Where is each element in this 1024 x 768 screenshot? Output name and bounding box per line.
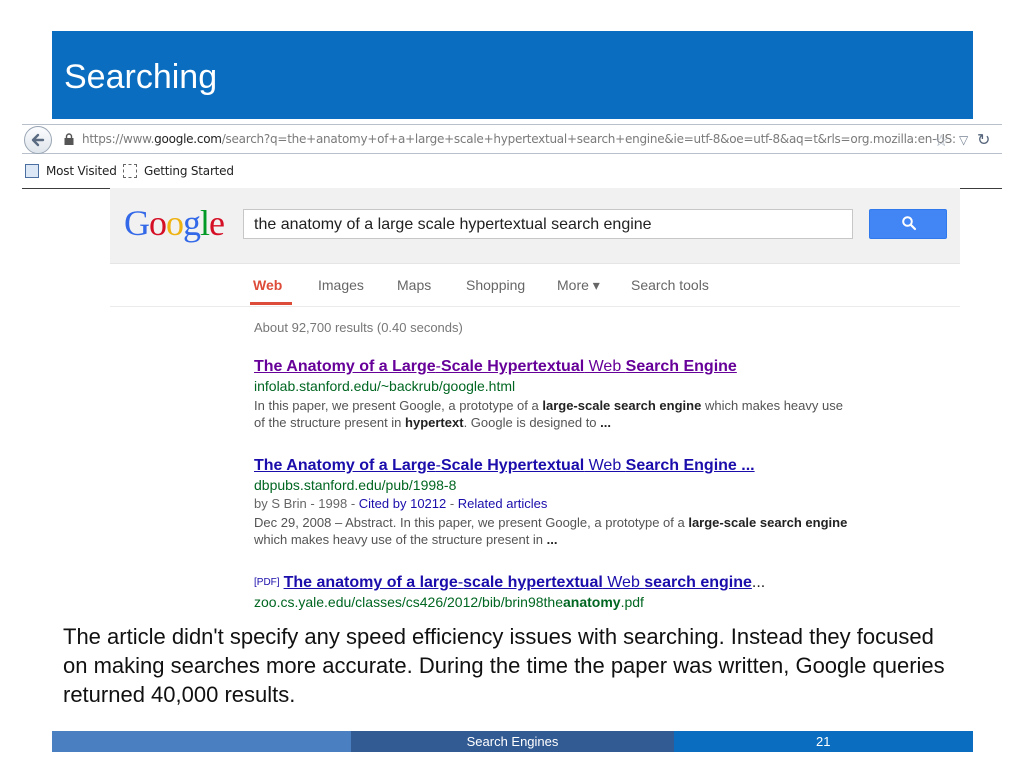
star-icon[interactable]: ☆ xyxy=(934,131,948,151)
search-tabs: Web Images Maps Shopping More ▾ Search t… xyxy=(110,264,960,307)
text-run: anatomy xyxy=(562,594,621,610)
search-query: the anatomy of a large scale hypertextua… xyxy=(254,216,652,233)
result-title-link[interactable]: The Anatomy of a Large-Scale Hypertextua… xyxy=(254,457,854,475)
search-icon xyxy=(902,216,917,231)
logo-letter: o xyxy=(166,203,184,243)
url-text[interactable]: https://www.google.com/search?q=the+anat… xyxy=(82,132,956,146)
text-run: Dec 29, 2008 – Abstract. In this paper, … xyxy=(254,515,689,530)
text-run: which makes heavy use of the structure p… xyxy=(254,532,547,547)
slide-body-text: The article didn't specify any speed eff… xyxy=(63,624,945,707)
back-arrow-icon xyxy=(31,133,45,147)
back-button[interactable] xyxy=(24,126,52,154)
result-url: zoo.cs.yale.edu/classes/cs426/2012/bib/b… xyxy=(254,594,854,610)
tab-more[interactable]: More ▾ xyxy=(557,277,600,294)
text-run: ... xyxy=(600,415,611,430)
slide-title: Searching xyxy=(64,58,218,96)
result-url: infolab.stanford.edu/~backrub/google.htm… xyxy=(254,378,516,394)
result-title-link[interactable]: The anatomy of a large-scale hypertextua… xyxy=(284,574,752,591)
bookmarks-bar: Most Visited Getting Started xyxy=(22,161,1002,183)
logo-letter: g xyxy=(183,203,201,243)
tab-maps[interactable]: Maps xyxy=(397,277,431,293)
text-run: Search Engine ... xyxy=(625,457,755,474)
text-run: The Anatomy of a Large xyxy=(254,358,436,375)
slide-title-bar: Searching xyxy=(52,31,973,119)
text-run: Search Engine xyxy=(625,358,737,375)
url-path: /search?q=the+anatomy+of+a+large+scale+h… xyxy=(221,132,956,146)
url-prefix: https://www. xyxy=(82,132,155,146)
text-run: .pdf xyxy=(620,594,644,610)
text-run: . Google is designed to xyxy=(463,415,601,430)
text-run: Scale Hypertextual xyxy=(440,358,585,375)
text-run: Web xyxy=(584,358,626,375)
google-logo[interactable]: Google xyxy=(124,202,225,244)
getting-started-icon xyxy=(123,164,137,178)
result-stats: About 92,700 results (0.40 seconds) xyxy=(254,320,463,335)
page-number: 21 xyxy=(816,734,831,749)
tab-web-underline xyxy=(250,302,292,305)
text-run: The anatomy of a large xyxy=(283,574,458,591)
text-run: The Anatomy of a Large xyxy=(254,457,436,474)
tab-shopping[interactable]: Shopping xyxy=(466,277,525,293)
google-header: Google the anatomy of a large scale hype… xyxy=(110,188,960,264)
footer-segment-left xyxy=(52,731,351,752)
result-snippet: In this paper, we present Google, a prot… xyxy=(254,397,854,431)
text-run: search engine xyxy=(644,574,752,591)
search-result: The Anatomy of a Large-Scale Hypertextua… xyxy=(254,358,854,431)
result-meta: by S Brin - 1998 - Cited by 10212 - Rela… xyxy=(254,496,854,511)
related-articles-link[interactable]: Related articles xyxy=(458,496,548,511)
title-ellipsis: ... xyxy=(751,574,766,591)
result-author-year: by S Brin - 1998 - xyxy=(254,496,359,511)
meta-separator: - xyxy=(446,496,458,511)
text-run: Scale Hypertextual xyxy=(440,457,585,474)
browser-toolbar: https://www.google.com/search?q=the+anat… xyxy=(22,119,1002,189)
text-run: large-scale search engine xyxy=(542,398,702,413)
tab-search-tools[interactable]: Search tools xyxy=(631,277,709,293)
url-bar[interactable]: https://www.google.com/search?q=the+anat… xyxy=(22,124,1002,154)
tab-web[interactable]: Web xyxy=(253,277,282,293)
search-result: The Anatomy of a Large - Scale Hypertextua… xyxy=(254,457,854,548)
text-run: In this paper, we present Google, a prot… xyxy=(254,398,543,413)
slide-footer: Search Engines 21 xyxy=(52,731,973,752)
result-url: dbpubs.stanford.edu/pub/1998-8 xyxy=(254,477,457,493)
tab-images[interactable]: Images xyxy=(318,277,364,293)
bookmark-most-visited[interactable]: Most Visited xyxy=(46,164,117,178)
text-run: Web xyxy=(602,574,645,591)
logo-letter: l xyxy=(200,203,210,243)
text-run: hypertext xyxy=(405,415,464,430)
cited-by-link[interactable]: Cited by 10212 xyxy=(359,496,446,511)
google-results-page: Google the anatomy of a large scale hype… xyxy=(110,188,960,618)
lock-icon xyxy=(64,133,74,145)
result-snippet: Dec 29, 2008 – Abstract. In this paper, … xyxy=(254,514,854,548)
text-run: large-scale search engine xyxy=(688,515,848,530)
bookmark-getting-started[interactable]: Getting Started xyxy=(144,164,234,178)
reload-icon[interactable]: ↻ xyxy=(977,130,990,150)
dropmarker-icon[interactable]: ▽ xyxy=(959,133,968,147)
logo-letter: o xyxy=(149,203,167,243)
most-visited-icon xyxy=(25,164,39,178)
text-run: Web xyxy=(584,457,626,474)
result-title-link[interactable]: The Anatomy of a Large-Scale Hypertextua… xyxy=(254,358,854,376)
footer-label: Search Engines xyxy=(466,734,559,749)
text-run: zoo.cs.yale.edu/classes/cs426/2012/bib/b… xyxy=(254,594,563,610)
pdf-tag: [PDF] xyxy=(254,577,280,588)
text-run: scale hypertextual xyxy=(463,574,603,591)
search-input[interactable]: the anatomy of a large scale hypertextua… xyxy=(243,209,853,239)
text-run: ... xyxy=(546,532,558,547)
logo-letter: G xyxy=(124,203,150,243)
search-result: [PDF] The anatomy of a large-scale hypert… xyxy=(254,574,854,610)
search-button[interactable] xyxy=(869,209,947,239)
url-domain: google.com xyxy=(154,132,222,146)
logo-letter: e xyxy=(209,203,225,243)
